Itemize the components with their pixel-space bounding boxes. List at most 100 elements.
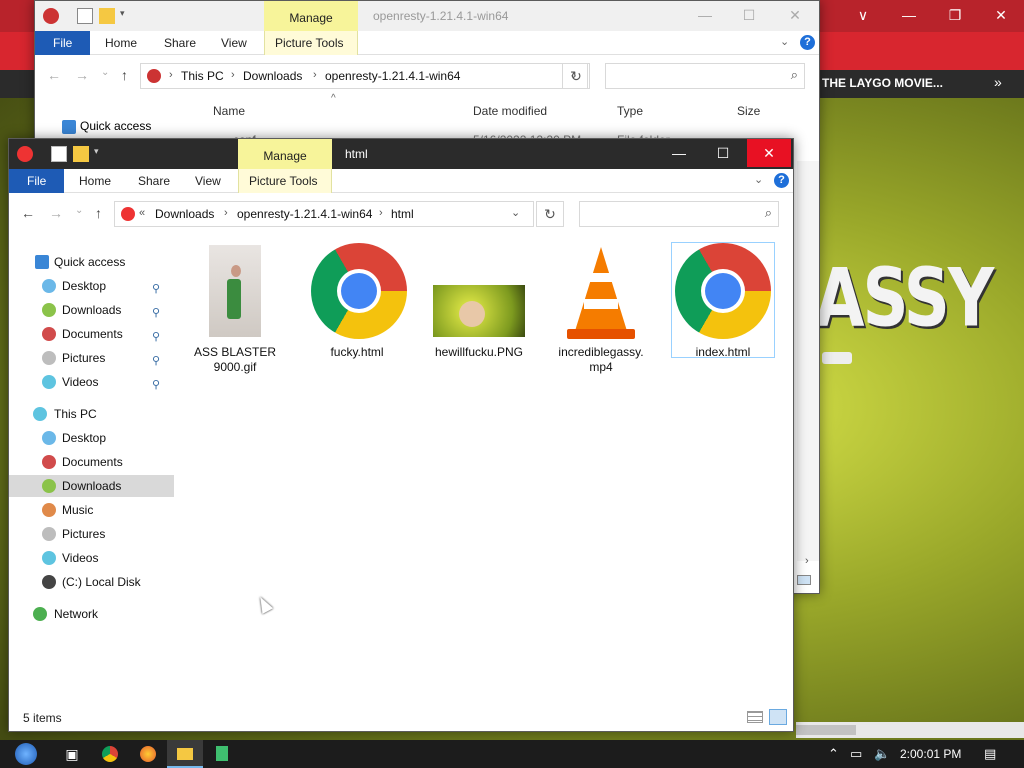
back-arrow-icon[interactable]: ←	[21, 205, 35, 221]
nav-pc-downloads[interactable]: Downloads	[9, 475, 174, 497]
breadcrumb-item[interactable]: html	[391, 207, 414, 221]
tab-home[interactable]: Home	[69, 169, 121, 193]
file-tile[interactable]: hewillfucku.PNG	[427, 243, 531, 360]
properties-icon[interactable]	[77, 8, 93, 24]
breadcrumb-item[interactable]: openresty-1.21.4.1-win64	[237, 207, 372, 221]
tab-home[interactable]: Home	[95, 31, 147, 55]
pin-icon[interactable]: ⚲	[152, 350, 160, 372]
scroll-right-icon[interactable]: ›	[805, 555, 809, 567]
details-view-icon[interactable]	[747, 711, 763, 723]
tab-share[interactable]: Share	[154, 31, 206, 55]
address-bar[interactable]: › This PC › Downloads › openresty-1.21.4…	[140, 63, 588, 89]
chrome-taskbar-icon[interactable]	[92, 740, 128, 768]
nav-pc-pictures[interactable]: Pictures	[9, 523, 174, 545]
search-input[interactable]: ⌕	[605, 63, 805, 89]
taskbar-clock[interactable]: 2:00:01 PM	[900, 747, 961, 761]
file-explorer-taskbar-icon[interactable]	[167, 740, 203, 768]
breadcrumb-item[interactable]: This PC	[181, 69, 224, 83]
browser-horizontal-scrollbar[interactable]	[796, 722, 1024, 738]
column-header-type[interactable]: Type	[617, 104, 643, 118]
tab-view[interactable]: View	[211, 31, 257, 55]
large-icons-view-icon[interactable]	[797, 575, 811, 585]
nav-pc-desktop[interactable]: Desktop	[9, 427, 174, 449]
bookmarks-overflow-button[interactable]: »	[994, 74, 1002, 90]
pin-icon[interactable]: ⚲	[152, 278, 160, 300]
file-tile[interactable]: fucky.html	[305, 243, 409, 360]
browser-minimize-button[interactable]: —	[886, 4, 932, 26]
scrollbar-vertical[interactable]	[797, 161, 819, 561]
pin-icon[interactable]: ⚲	[152, 326, 160, 348]
nav-downloads[interactable]: Downloads ⚲	[9, 299, 174, 321]
nav-pc-videos[interactable]: Videos	[9, 547, 174, 569]
explorer-window-front[interactable]: ▾ Manage html — ☐ ✕ File Home Share View…	[8, 138, 794, 732]
chevron-down-icon[interactable]: ⌄	[511, 206, 520, 219]
overflow-chevron-icon[interactable]: «	[139, 207, 145, 219]
volume-icon[interactable]: 🔈	[874, 746, 890, 762]
manage-tab[interactable]: Manage	[264, 1, 358, 31]
tab-picture-tools[interactable]: Picture Tools	[238, 169, 332, 193]
breadcrumb-item[interactable]: Downloads	[155, 207, 214, 221]
search-input[interactable]: ⌕	[579, 201, 779, 227]
nav-videos[interactable]: Videos ⚲	[9, 371, 174, 393]
new-folder-icon[interactable]	[73, 146, 89, 162]
network-status-icon[interactable]: ▭	[850, 746, 862, 762]
new-folder-icon[interactable]	[99, 8, 115, 24]
maximize-button[interactable]: ☐	[701, 139, 745, 167]
close-button[interactable]: ✕	[773, 1, 817, 29]
pin-icon[interactable]: ⚲	[152, 302, 160, 324]
show-hidden-icons-icon[interactable]: ⌃	[828, 746, 839, 762]
start-button[interactable]	[8, 740, 44, 768]
browser-close-button[interactable]: ✕	[978, 4, 1024, 26]
refresh-icon[interactable]: ↻	[562, 63, 590, 89]
nav-network[interactable]: Network	[9, 603, 174, 625]
title-bar[interactable]: ▾ Manage html — ☐ ✕	[9, 139, 793, 169]
tab-file[interactable]: File	[35, 31, 91, 55]
manage-tab[interactable]: Manage	[238, 139, 332, 169]
nav-pictures[interactable]: Pictures ⚲	[9, 347, 174, 369]
column-header-size[interactable]: Size	[737, 104, 760, 118]
minimize-button[interactable]: —	[683, 1, 727, 29]
nav-quick-access[interactable]: Quick access	[80, 119, 151, 133]
browser-tab-search-button[interactable]: ∨	[840, 4, 886, 26]
ribbon-expand-icon[interactable]: ⌄	[780, 35, 789, 48]
breadcrumb-item[interactable]: openresty-1.21.4.1-win64	[325, 69, 460, 83]
file-tile[interactable]: ASS BLASTER 9000.gif	[183, 243, 287, 375]
forward-arrow-icon[interactable]: →	[75, 67, 89, 83]
bookmark-item[interactable]: THE LAYGO MOVIE...	[822, 76, 943, 90]
column-header-name[interactable]: Name	[213, 104, 245, 118]
browser-restore-button[interactable]: ❐	[932, 4, 978, 26]
firefox-taskbar-icon[interactable]	[130, 740, 166, 768]
up-arrow-icon[interactable]: ↑	[95, 205, 102, 221]
tab-share[interactable]: Share	[128, 169, 180, 193]
large-icons-view-icon[interactable]	[769, 709, 787, 725]
nav-documents[interactable]: Documents ⚲	[9, 323, 174, 345]
maximize-button[interactable]: ☐	[727, 1, 771, 29]
breadcrumb-item[interactable]: Downloads	[243, 69, 302, 83]
recent-locations-icon[interactable]: ⌄	[101, 67, 109, 78]
help-icon[interactable]: ?	[800, 35, 815, 50]
pin-icon[interactable]: ⚲	[152, 374, 160, 396]
properties-icon[interactable]	[51, 146, 67, 162]
recent-locations-icon[interactable]: ⌄	[75, 205, 83, 216]
tab-picture-tools[interactable]: Picture Tools	[264, 31, 358, 55]
nav-pc-music[interactable]: Music	[9, 499, 174, 521]
ribbon-expand-icon[interactable]: ⌄	[754, 173, 763, 186]
nav-local-disk[interactable]: (C:) Local Disk	[9, 571, 174, 593]
column-header-date[interactable]: Date modified	[473, 104, 547, 118]
minimize-button[interactable]: —	[657, 139, 701, 167]
address-bar[interactable]: « Downloads › openresty-1.21.4.1-win64 ›…	[114, 201, 534, 227]
customize-toolbar-icon[interactable]: ▾	[94, 146, 110, 162]
close-button[interactable]: ✕	[747, 139, 791, 167]
back-arrow-icon[interactable]: ←	[47, 67, 61, 83]
tab-view[interactable]: View	[185, 169, 231, 193]
file-tile[interactable]: incrediblegassy. mp4	[549, 243, 653, 375]
title-bar[interactable]: ▾ Manage openresty-1.21.4.1-win64 — ☐ ✕	[35, 1, 819, 31]
refresh-icon[interactable]: ↻	[536, 201, 564, 227]
nav-pc-documents[interactable]: Documents	[9, 451, 174, 473]
nav-quick-access[interactable]: Quick access	[9, 251, 174, 273]
forward-arrow-icon[interactable]: →	[49, 205, 63, 221]
nav-desktop[interactable]: Desktop ⚲	[9, 275, 174, 297]
nav-this-pc[interactable]: This PC	[9, 403, 174, 425]
help-icon[interactable]: ?	[774, 173, 789, 188]
up-arrow-icon[interactable]: ↑	[121, 67, 128, 83]
